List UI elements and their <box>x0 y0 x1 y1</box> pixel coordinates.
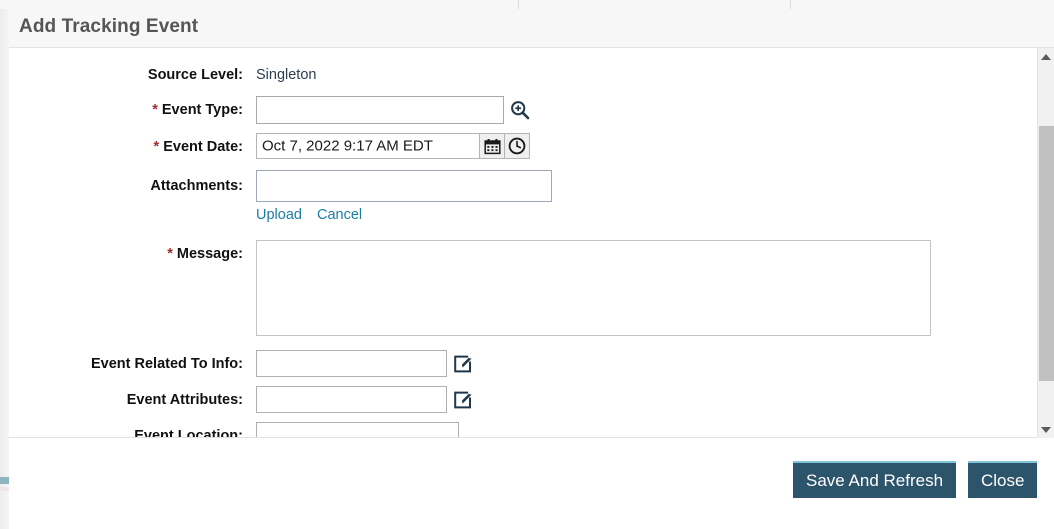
form-row-message: * Message: <box>9 240 1021 336</box>
dialog-header: Add Tracking Event <box>9 9 1054 48</box>
event-location-label: Event Location: <box>134 428 243 438</box>
dialog-footer: Save And Refresh Close <box>9 439 1054 529</box>
edit-pencil-icon[interactable] <box>452 353 474 374</box>
message-label: * Message: <box>9 246 243 262</box>
event-date-label: * Event Date: <box>9 139 243 155</box>
add-tracking-event-dialog: Add Tracking Event Source Level: Singlet… <box>9 9 1054 529</box>
form-row-attachment-links: Upload Cancel <box>9 207 1021 225</box>
save-and-refresh-button[interactable]: Save And Refresh <box>793 461 957 498</box>
form-row-attachments: Attachments: <box>9 170 1021 202</box>
background-column-divider <box>790 0 791 9</box>
message-label-text: Message: <box>176 246 243 262</box>
event-type-input[interactable] <box>256 96 504 124</box>
attachments-input[interactable] <box>256 170 552 202</box>
event-attributes-input[interactable] <box>256 386 447 413</box>
event-type-label: * Event Type: <box>9 102 243 118</box>
event-related-to-info-label: Event Related To Info: <box>91 356 243 372</box>
event-attributes-label: Event Attributes: <box>126 392 243 408</box>
upload-link[interactable]: Upload <box>256 207 302 223</box>
required-asterisk: * <box>152 102 158 118</box>
background-left-teal-mark <box>0 477 9 484</box>
cancel-upload-link[interactable]: Cancel <box>317 207 362 223</box>
dialog-title: Add Tracking Event <box>19 16 199 37</box>
form-row-event-location: Event Location: <box>9 422 1021 438</box>
event-date-label-text: Event Date: <box>163 139 243 155</box>
message-textarea[interactable] <box>256 240 931 336</box>
required-asterisk: * <box>153 139 160 155</box>
scroll-up-arrow-icon[interactable] <box>1038 48 1054 65</box>
clock-icon[interactable] <box>505 133 530 159</box>
required-asterisk: * <box>167 246 173 262</box>
screen: Add Tracking Event Source Level: Singlet… <box>0 0 1054 529</box>
form-row-event-type: * Event Type: <box>9 96 1021 124</box>
form-row-source-level: Source Level: Singleton <box>9 67 1021 85</box>
background-left-secondary-mark <box>0 487 9 491</box>
event-date-value: Oct 7, 2022 9:17 AM EDT <box>262 137 433 155</box>
source-level-label: Source Level: <box>147 67 243 83</box>
form-row-event-date: * Event Date: Oct 7, 2022 9:17 AM EDT <box>9 133 1021 161</box>
source-level-value: Singleton <box>256 67 317 83</box>
calendar-icon[interactable] <box>480 133 505 159</box>
attachments-label: Attachments: <box>150 178 243 194</box>
form-row-event-related-to-info: Event Related To Info: <box>9 350 1021 377</box>
background-left-edge <box>0 9 9 529</box>
dialog-scrollbar[interactable] <box>1037 48 1054 438</box>
edit-pencil-icon[interactable] <box>452 389 474 410</box>
form-row-event-attributes: Event Attributes: <box>9 386 1021 413</box>
close-button[interactable]: Close <box>968 461 1038 498</box>
search-plus-icon[interactable] <box>509 99 531 121</box>
event-date-input[interactable]: Oct 7, 2022 9:17 AM EDT <box>256 133 480 159</box>
event-related-to-info-input[interactable] <box>256 350 447 377</box>
scroll-down-arrow-icon[interactable] <box>1038 421 1054 438</box>
dialog-body-scroll-area: Source Level: Singleton * Event Type: * … <box>9 48 1054 438</box>
background-column-divider <box>518 0 519 9</box>
scrollbar-thumb[interactable] <box>1039 126 1054 381</box>
event-type-label-text: Event Type: <box>161 102 243 118</box>
event-location-input[interactable] <box>256 422 459 437</box>
